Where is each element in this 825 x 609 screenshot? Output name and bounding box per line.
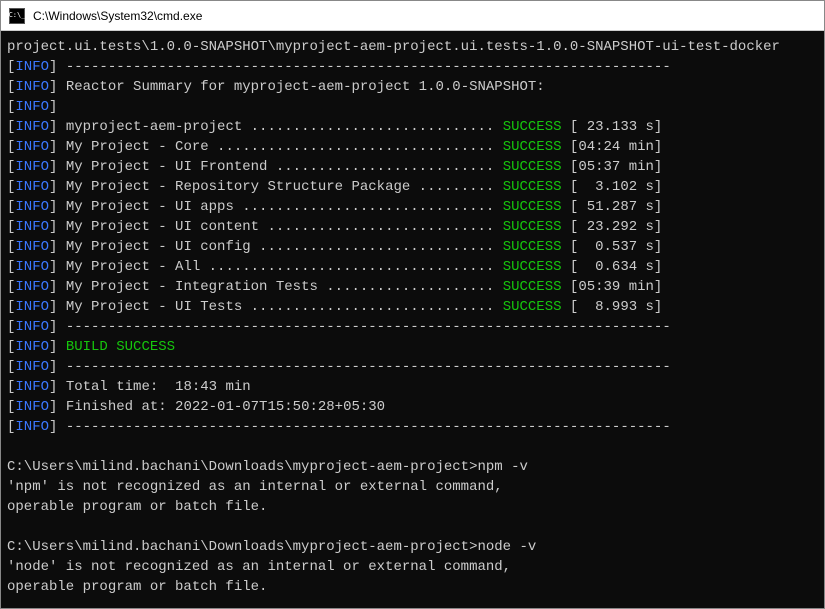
terminal-output[interactable]: project.ui.tests\1.0.0-SNAPSHOT\myprojec… — [1, 31, 824, 608]
output-line: [INFO] — [7, 97, 824, 117]
module-line: [INFO] My Project - UI Frontend ........… — [7, 157, 824, 177]
module-line: [INFO] My Project - UI apps ............… — [7, 197, 824, 217]
module-line: [INFO] My Project - UI content .........… — [7, 217, 824, 237]
output-line: project.ui.tests\1.0.0-SNAPSHOT\myprojec… — [7, 37, 824, 57]
cmd-icon — [9, 8, 25, 24]
blank-line — [7, 437, 824, 457]
module-line: [INFO] My Project - All ................… — [7, 257, 824, 277]
title-bar[interactable]: C:\Windows\System32\cmd.exe — [1, 1, 824, 31]
output-line: [INFO] ---------------------------------… — [7, 357, 824, 377]
error-line: 'node' is not recognized as an internal … — [7, 557, 824, 577]
error-line: operable program or batch file. — [7, 577, 824, 597]
module-line: [INFO] myproject-aem-project ...........… — [7, 117, 824, 137]
module-line: [INFO] My Project - UI config ..........… — [7, 237, 824, 257]
window-title: C:\Windows\System32\cmd.exe — [33, 9, 202, 23]
cmd-window: C:\Windows\System32\cmd.exe project.ui.t… — [0, 0, 825, 609]
output-line: [INFO] Reactor Summary for myproject-aem… — [7, 77, 824, 97]
module-line: [INFO] My Project - Integration Tests ..… — [7, 277, 824, 297]
output-line: [INFO] ---------------------------------… — [7, 317, 824, 337]
build-success-line: [INFO] BUILD SUCCESS — [7, 337, 824, 357]
output-line: [INFO] Finished at: 2022-01-07T15:50:28+… — [7, 397, 824, 417]
module-line: [INFO] My Project - Repository Structure… — [7, 177, 824, 197]
error-line: operable program or batch file. — [7, 497, 824, 517]
module-line: [INFO] My Project - UI Tests ...........… — [7, 297, 824, 317]
output-line: [INFO] Total time: 18:43 min — [7, 377, 824, 397]
module-line: [INFO] My Project - Core ...............… — [7, 137, 824, 157]
blank-line — [7, 517, 824, 537]
prompt-line: C:\Users\milind.bachani\Downloads\myproj… — [7, 457, 824, 477]
prompt-line: C:\Users\milind.bachani\Downloads\myproj… — [7, 537, 824, 557]
error-line: 'npm' is not recognized as an internal o… — [7, 477, 824, 497]
output-line: [INFO] ---------------------------------… — [7, 57, 824, 77]
output-line: [INFO] ---------------------------------… — [7, 417, 824, 437]
